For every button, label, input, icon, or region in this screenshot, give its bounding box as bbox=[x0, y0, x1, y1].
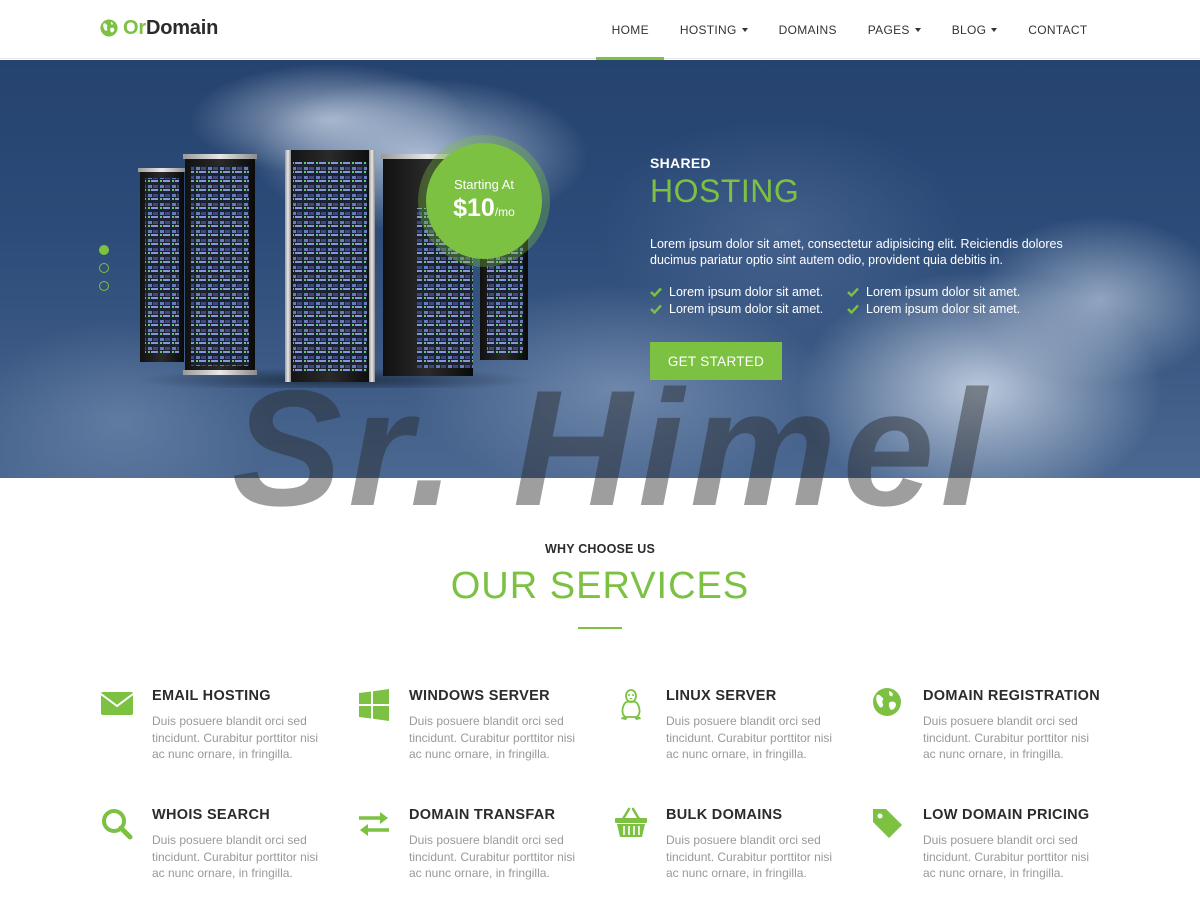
service-whois-search[interactable]: WHOIS SEARCH Duis posuere blandit orci s… bbox=[100, 807, 350, 897]
price-period: /mo bbox=[494, 205, 515, 219]
service-domain-registration[interactable]: DOMAIN REGISTRATION Duis posuere blandit… bbox=[871, 688, 1121, 778]
service-email-hosting[interactable]: EMAIL HOSTING Duis posuere blandit orci … bbox=[100, 688, 350, 778]
globe-icon bbox=[100, 19, 118, 37]
slider-dot-3[interactable] bbox=[99, 281, 109, 291]
globe-icon bbox=[873, 688, 901, 716]
service-description: Duis posuere blandit orci sed tincidunt.… bbox=[152, 714, 319, 761]
feature-item: Lorem ipsum dolor sit amet. bbox=[847, 284, 1047, 300]
check-icon bbox=[650, 304, 662, 314]
service-description: Duis posuere blandit orci sed tincidunt.… bbox=[923, 714, 1090, 761]
service-description: Duis posuere blandit orci sed tincidunt.… bbox=[923, 833, 1090, 880]
hero-title: HOSTING bbox=[650, 173, 800, 209]
nav-item-contact[interactable]: CONTACT bbox=[1013, 0, 1103, 59]
nav-item-blog[interactable]: BLOG bbox=[936, 0, 1013, 59]
feature-item: Lorem ipsum dolor sit amet. bbox=[650, 301, 847, 317]
section-title: OUR SERVICES bbox=[450, 565, 750, 607]
service-title: WHOIS SEARCH bbox=[152, 807, 270, 823]
service-title: EMAIL HOSTING bbox=[152, 688, 271, 704]
search-icon bbox=[102, 809, 133, 840]
check-icon bbox=[847, 304, 859, 314]
hero-content: SHARED HOSTING Lorem ipsum dolor sit ame… bbox=[650, 155, 1080, 317]
price-value: $10/mo bbox=[426, 194, 542, 223]
nav-label: PAGES bbox=[867, 22, 910, 37]
caret-down-icon bbox=[914, 28, 921, 32]
service-domain-transfer[interactable]: DOMAIN TRANSFAR Duis posuere blandit orc… bbox=[357, 807, 607, 897]
service-title: DOMAIN TRANSFAR bbox=[409, 807, 556, 823]
slider-dot-1[interactable] bbox=[99, 245, 109, 255]
feature-item: Lorem ipsum dolor sit amet. bbox=[847, 301, 1047, 317]
windows-icon bbox=[359, 689, 389, 721]
brand-name: OrDomain bbox=[123, 17, 218, 40]
nav-item-pages[interactable]: PAGES bbox=[852, 0, 936, 59]
slider-dot-2[interactable] bbox=[99, 263, 109, 273]
get-started-button[interactable]: GET STARTED bbox=[650, 342, 782, 380]
check-icon bbox=[650, 287, 662, 297]
service-low-domain-pricing[interactable]: LOW DOMAIN PRICING Duis posuere blandit … bbox=[871, 807, 1121, 897]
price-badge-inner: Starting At $10/mo bbox=[426, 143, 542, 259]
feature-text: Lorem ipsum dolor sit amet. bbox=[669, 285, 824, 299]
service-title: LINUX SERVER bbox=[666, 688, 777, 704]
hero-slider: Starting At $10/mo SHARED HOSTING Lorem … bbox=[0, 60, 1200, 478]
price-label: Starting At bbox=[454, 177, 514, 192]
service-description: Duis posuere blandit orci sed tincidunt.… bbox=[409, 833, 576, 880]
service-description: Duis posuere blandit orci sed tincidunt.… bbox=[666, 714, 833, 761]
envelope-icon bbox=[100, 692, 134, 715]
nav-item-hosting[interactable]: HOSTING bbox=[664, 0, 763, 59]
nav-label: DOMAINS bbox=[778, 22, 837, 37]
top-navbar: OrDomain HOME HOSTING DOMAINS PAGES BLOG… bbox=[0, 0, 1200, 60]
price-badge: Starting At $10/mo bbox=[418, 135, 550, 267]
caret-down-icon bbox=[991, 28, 998, 32]
brand-name-part1: Or bbox=[123, 16, 146, 39]
hero-description: Lorem ipsum dolor sit amet, consectetur … bbox=[650, 237, 1063, 267]
service-title: LOW DOMAIN PRICING bbox=[923, 807, 1090, 823]
hero-feature-list: Lorem ipsum dolor sit amet. Lorem ipsum … bbox=[650, 284, 1080, 317]
nav-item-home[interactable]: HOME bbox=[596, 0, 665, 60]
nav-label: BLOG bbox=[951, 22, 987, 37]
section-kicker: WHY CHOOSE US bbox=[544, 542, 656, 556]
tag-icon bbox=[873, 809, 902, 838]
service-bulk-domains[interactable]: BULK DOMAINS Duis posuere blandit orci s… bbox=[614, 807, 864, 897]
price-amount: $10 bbox=[453, 194, 495, 222]
brand-name-part2: Domain bbox=[145, 16, 219, 39]
service-windows-server[interactable]: WINDOWS SERVER Duis posuere blandit orci… bbox=[357, 688, 607, 778]
caret-down-icon bbox=[741, 28, 748, 32]
basket-icon bbox=[615, 807, 647, 837]
service-description: Duis posuere blandit orci sed tincidunt.… bbox=[409, 714, 576, 761]
service-title: BULK DOMAINS bbox=[666, 807, 783, 823]
service-description: Duis posuere blandit orci sed tincidunt.… bbox=[152, 833, 319, 880]
nav-label: HOME bbox=[611, 22, 649, 37]
feature-text: Lorem ipsum dolor sit amet. bbox=[669, 302, 824, 316]
nav-label: CONTACT bbox=[1028, 22, 1088, 37]
service-linux-server[interactable]: LINUX SERVER Duis posuere blandit orci s… bbox=[614, 688, 864, 778]
service-description: Duis posuere blandit orci sed tincidunt.… bbox=[666, 833, 833, 880]
feature-text: Lorem ipsum dolor sit amet. bbox=[866, 285, 1021, 299]
hero-kicker: SHARED bbox=[650, 155, 711, 171]
nav-label: HOSTING bbox=[679, 22, 737, 37]
main-menu: HOME HOSTING DOMAINS PAGES BLOG CONTACT bbox=[596, 0, 1103, 60]
brand-logo[interactable]: OrDomain bbox=[100, 16, 218, 40]
transfer-icon bbox=[359, 812, 389, 836]
feature-text: Lorem ipsum dolor sit amet. bbox=[866, 302, 1021, 316]
check-icon bbox=[847, 287, 859, 297]
slider-pagination bbox=[99, 245, 109, 299]
nav-item-domains[interactable]: DOMAINS bbox=[763, 0, 852, 59]
linux-icon bbox=[621, 689, 641, 720]
feature-item: Lorem ipsum dolor sit amet. bbox=[650, 284, 847, 300]
section-divider bbox=[578, 627, 622, 629]
service-title: DOMAIN REGISTRATION bbox=[923, 688, 1101, 704]
service-title: WINDOWS SERVER bbox=[409, 688, 550, 704]
